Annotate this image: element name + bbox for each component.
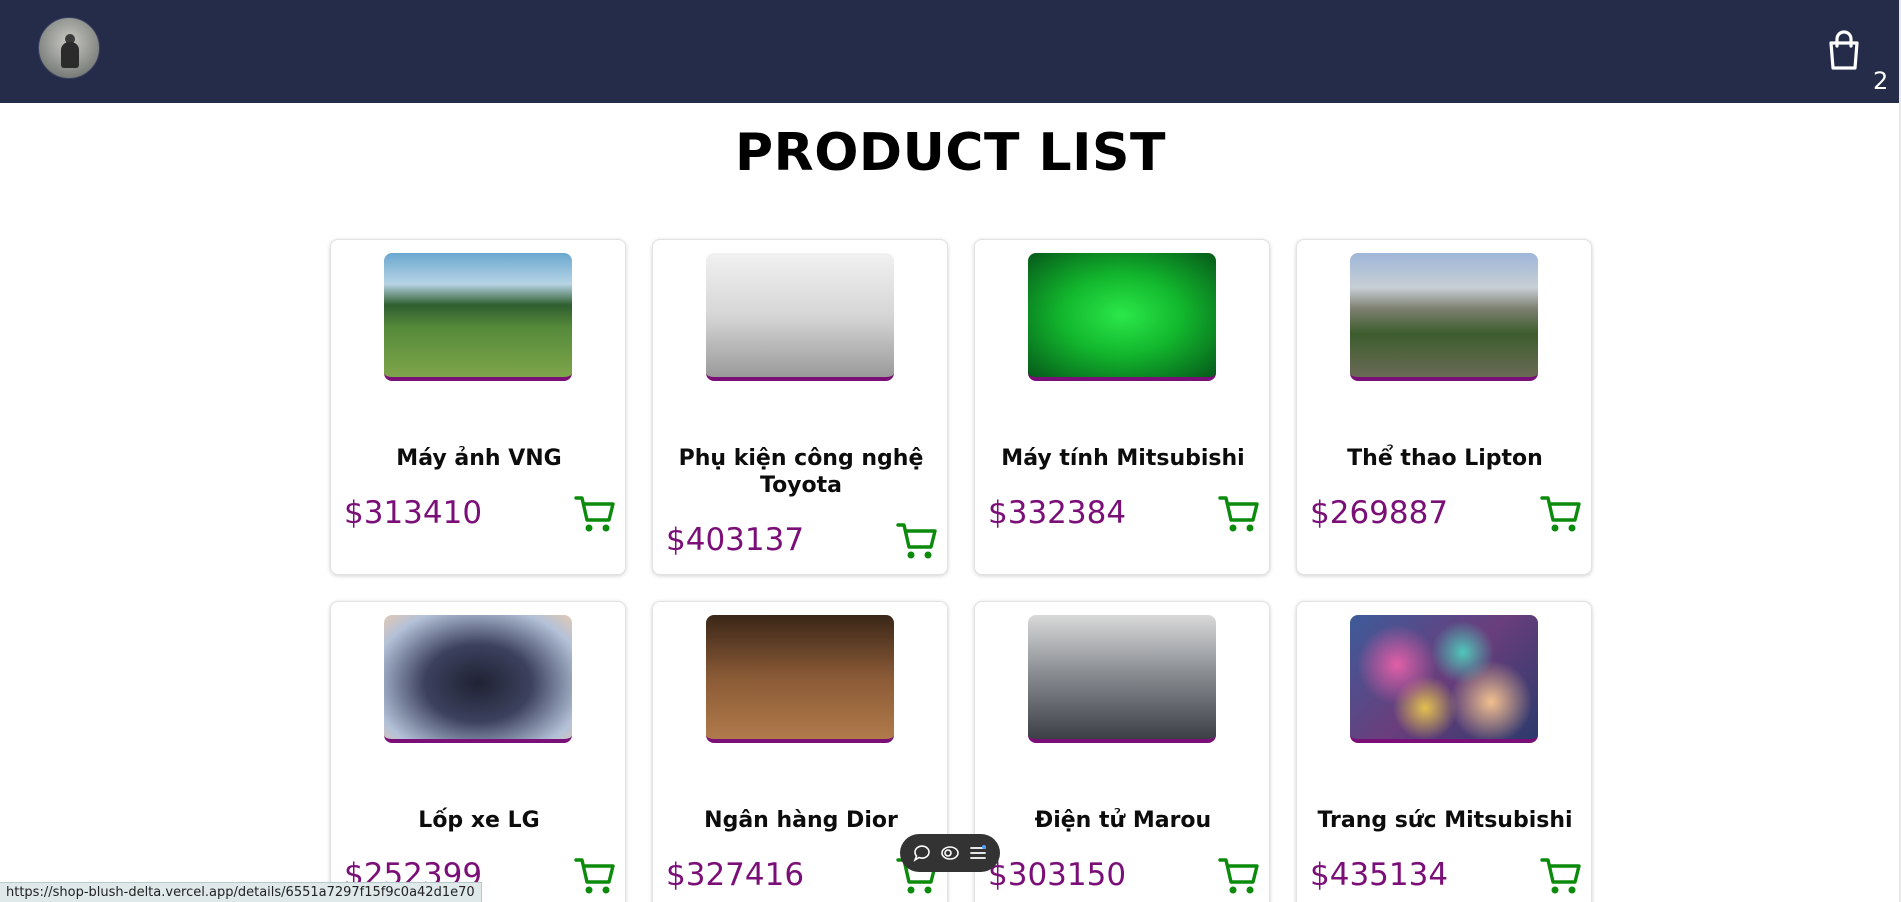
product-image[interactable] <box>1028 615 1216 743</box>
comment-icon[interactable] <box>912 843 932 863</box>
product-image[interactable] <box>706 253 894 381</box>
menu-icon[interactable] <box>968 843 988 863</box>
product-name[interactable]: Thể thao Lipton <box>1307 445 1583 472</box>
add-to-cart-icon[interactable] <box>1218 494 1260 534</box>
add-to-cart-icon[interactable] <box>574 494 616 534</box>
product-name[interactable]: Lốp xe LG <box>341 807 617 834</box>
product-name[interactable]: Điện tử Marou <box>985 807 1261 834</box>
product-name[interactable]: Trang sức Mitsubishi <box>1307 807 1583 834</box>
product-name[interactable]: Máy tính Mitsubishi <box>985 445 1261 472</box>
product-price: $332384 <box>988 495 1127 531</box>
product-price: $313410 <box>344 495 483 531</box>
product-card[interactable]: Máy ảnh VNG $313410 <box>330 239 626 575</box>
shopping-bag-icon[interactable] <box>1822 28 1866 72</box>
product-grid: Máy ảnh VNG $313410 Phụ kiện công nghệ T… <box>330 239 1593 902</box>
product-card[interactable]: Phụ kiện công nghệ Toyota $403137 <box>652 239 948 575</box>
product-card[interactable]: Điện tử Marou $303150 <box>974 601 1270 902</box>
page-title: PRODUCT LIST <box>735 123 1166 183</box>
product-name[interactable]: Ngân hàng Dior <box>663 807 939 834</box>
product-name[interactable]: Phụ kiện công nghệ Toyota <box>663 445 939 499</box>
cart-count-badge: 2 <box>1873 67 1889 95</box>
product-image[interactable] <box>384 253 572 381</box>
product-card[interactable]: Trang sức Mitsubishi $435134 <box>1296 601 1592 902</box>
product-card[interactable]: Thể thao Lipton $269887 <box>1296 239 1592 575</box>
view-toggle-icon[interactable] <box>940 843 960 863</box>
product-image[interactable] <box>384 615 572 743</box>
add-to-cart-icon[interactable] <box>1218 856 1260 896</box>
product-price: $303150 <box>988 857 1127 893</box>
add-to-cart-icon[interactable] <box>1540 856 1582 896</box>
add-to-cart-icon[interactable] <box>896 521 938 561</box>
product-price: $327416 <box>666 857 805 893</box>
user-avatar[interactable] <box>38 17 100 79</box>
product-card[interactable]: Lốp xe LG $252399 <box>330 601 626 902</box>
product-price: $403137 <box>666 522 805 558</box>
top-navbar: 2 <box>0 0 1901 103</box>
floating-toolbar <box>900 834 1000 872</box>
product-image[interactable] <box>1350 615 1538 743</box>
product-price: $435134 <box>1310 857 1449 893</box>
add-to-cart-icon[interactable] <box>1540 494 1582 534</box>
add-to-cart-icon[interactable] <box>574 856 616 896</box>
product-image[interactable] <box>1350 253 1538 381</box>
product-image[interactable] <box>706 615 894 743</box>
product-name[interactable]: Máy ảnh VNG <box>341 445 617 472</box>
product-image[interactable] <box>1028 253 1216 381</box>
avatar-body <box>61 42 79 68</box>
product-card[interactable]: Máy tính Mitsubishi $332384 <box>974 239 1270 575</box>
status-bar-url: https://shop-blush-delta.vercel.app/deta… <box>0 882 482 902</box>
product-price: $269887 <box>1310 495 1449 531</box>
